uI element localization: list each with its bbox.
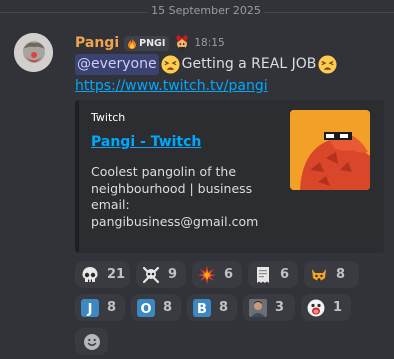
- tired-face-emoji-icon[interactable]: [161, 55, 180, 74]
- embed-provider[interactable]: Twitch: [91, 111, 125, 124]
- date-divider-text: 15 September 2025: [151, 4, 261, 17]
- portrait-icon: [249, 298, 267, 317]
- message-text: Getting a REAL JOB: [181, 56, 317, 72]
- reaction-skull-crossbones[interactable]: 9: [136, 261, 186, 288]
- reaction-portrait[interactable]: 3: [243, 294, 295, 321]
- date-divider: 15 September 2025: [0, 0, 394, 26]
- reaction-letter-b[interactable]: B 8: [187, 294, 237, 321]
- letter-b-icon: B: [193, 298, 211, 317]
- timestamp: 18:15: [194, 37, 225, 49]
- username[interactable]: Pangi: [75, 35, 119, 51]
- collision-icon: [198, 265, 216, 284]
- reaction-letter-o[interactable]: O 8: [131, 294, 181, 321]
- smiley-icon: [83, 333, 100, 350]
- svg-text:B: B: [197, 302, 207, 317]
- reaction-count: 8: [336, 267, 346, 282]
- everyone-mention[interactable]: @everyone: [75, 54, 159, 75]
- embed-title[interactable]: Pangi - Twitch: [91, 134, 201, 150]
- message-header: Pangi PNGI 18:15: [75, 33, 225, 53]
- avatar-image: [14, 33, 53, 72]
- reaction-skull[interactable]: 21: [75, 261, 130, 288]
- reaction-count: 8: [163, 300, 173, 315]
- server-tag-label: PNGI: [139, 37, 166, 49]
- server-tag[interactable]: PNGI: [124, 35, 170, 51]
- message-content: @everyone Getting a REAL JOB https://www…: [75, 54, 387, 97]
- divider-line-left: [0, 12, 148, 13]
- reaction-count: 8: [107, 300, 117, 315]
- reaction-letter-j[interactable]: J 8: [75, 294, 125, 321]
- reaction-count: 6: [280, 267, 290, 282]
- skull-icon: [82, 266, 98, 282]
- svg-text:J: J: [87, 302, 93, 317]
- skull-crossbones-icon: [142, 266, 160, 283]
- link-embed: Twitch Pangi - Twitch Coolest pangolin o…: [75, 100, 384, 253]
- twitch-link[interactable]: https://www.twitch.tv/pangi: [75, 78, 268, 94]
- role-icon[interactable]: [174, 34, 190, 52]
- receipt-icon: [257, 266, 269, 283]
- tired-face-emoji-icon[interactable]: [318, 55, 337, 74]
- add-reaction-button[interactable]: [75, 328, 108, 355]
- embed-thumbnail[interactable]: [290, 110, 370, 190]
- reaction-collision[interactable]: 6: [192, 261, 242, 288]
- letter-j-icon: J: [81, 298, 99, 317]
- message-text-line: @everyone Getting a REAL JOB: [75, 54, 387, 75]
- divider-line-right: [264, 12, 394, 13]
- pangolin-thumbnail-image: [290, 110, 370, 190]
- cat-face-icon: [312, 268, 326, 281]
- reaction-cat-face[interactable]: 8: [304, 261, 359, 288]
- reaction-count: 21: [107, 267, 126, 282]
- link-line: https://www.twitch.tv/pangi: [75, 76, 387, 97]
- reaction-receipt[interactable]: 6: [248, 261, 298, 288]
- reaction-count: 9: [168, 267, 178, 282]
- fire-icon: [128, 37, 137, 49]
- reaction-count: 8: [219, 300, 229, 315]
- screaming-face-icon: [307, 299, 325, 316]
- reaction-screaming-face[interactable]: 1: [301, 294, 351, 321]
- letter-o-icon: O: [137, 298, 155, 317]
- svg-text:O: O: [140, 302, 151, 317]
- avatar[interactable]: [14, 33, 53, 72]
- reaction-count: 3: [275, 300, 285, 315]
- reaction-count: 6: [224, 267, 234, 282]
- embed-description: Coolest pangolin of the neighbourhood | …: [91, 164, 259, 229]
- reaction-count: 1: [333, 300, 343, 315]
